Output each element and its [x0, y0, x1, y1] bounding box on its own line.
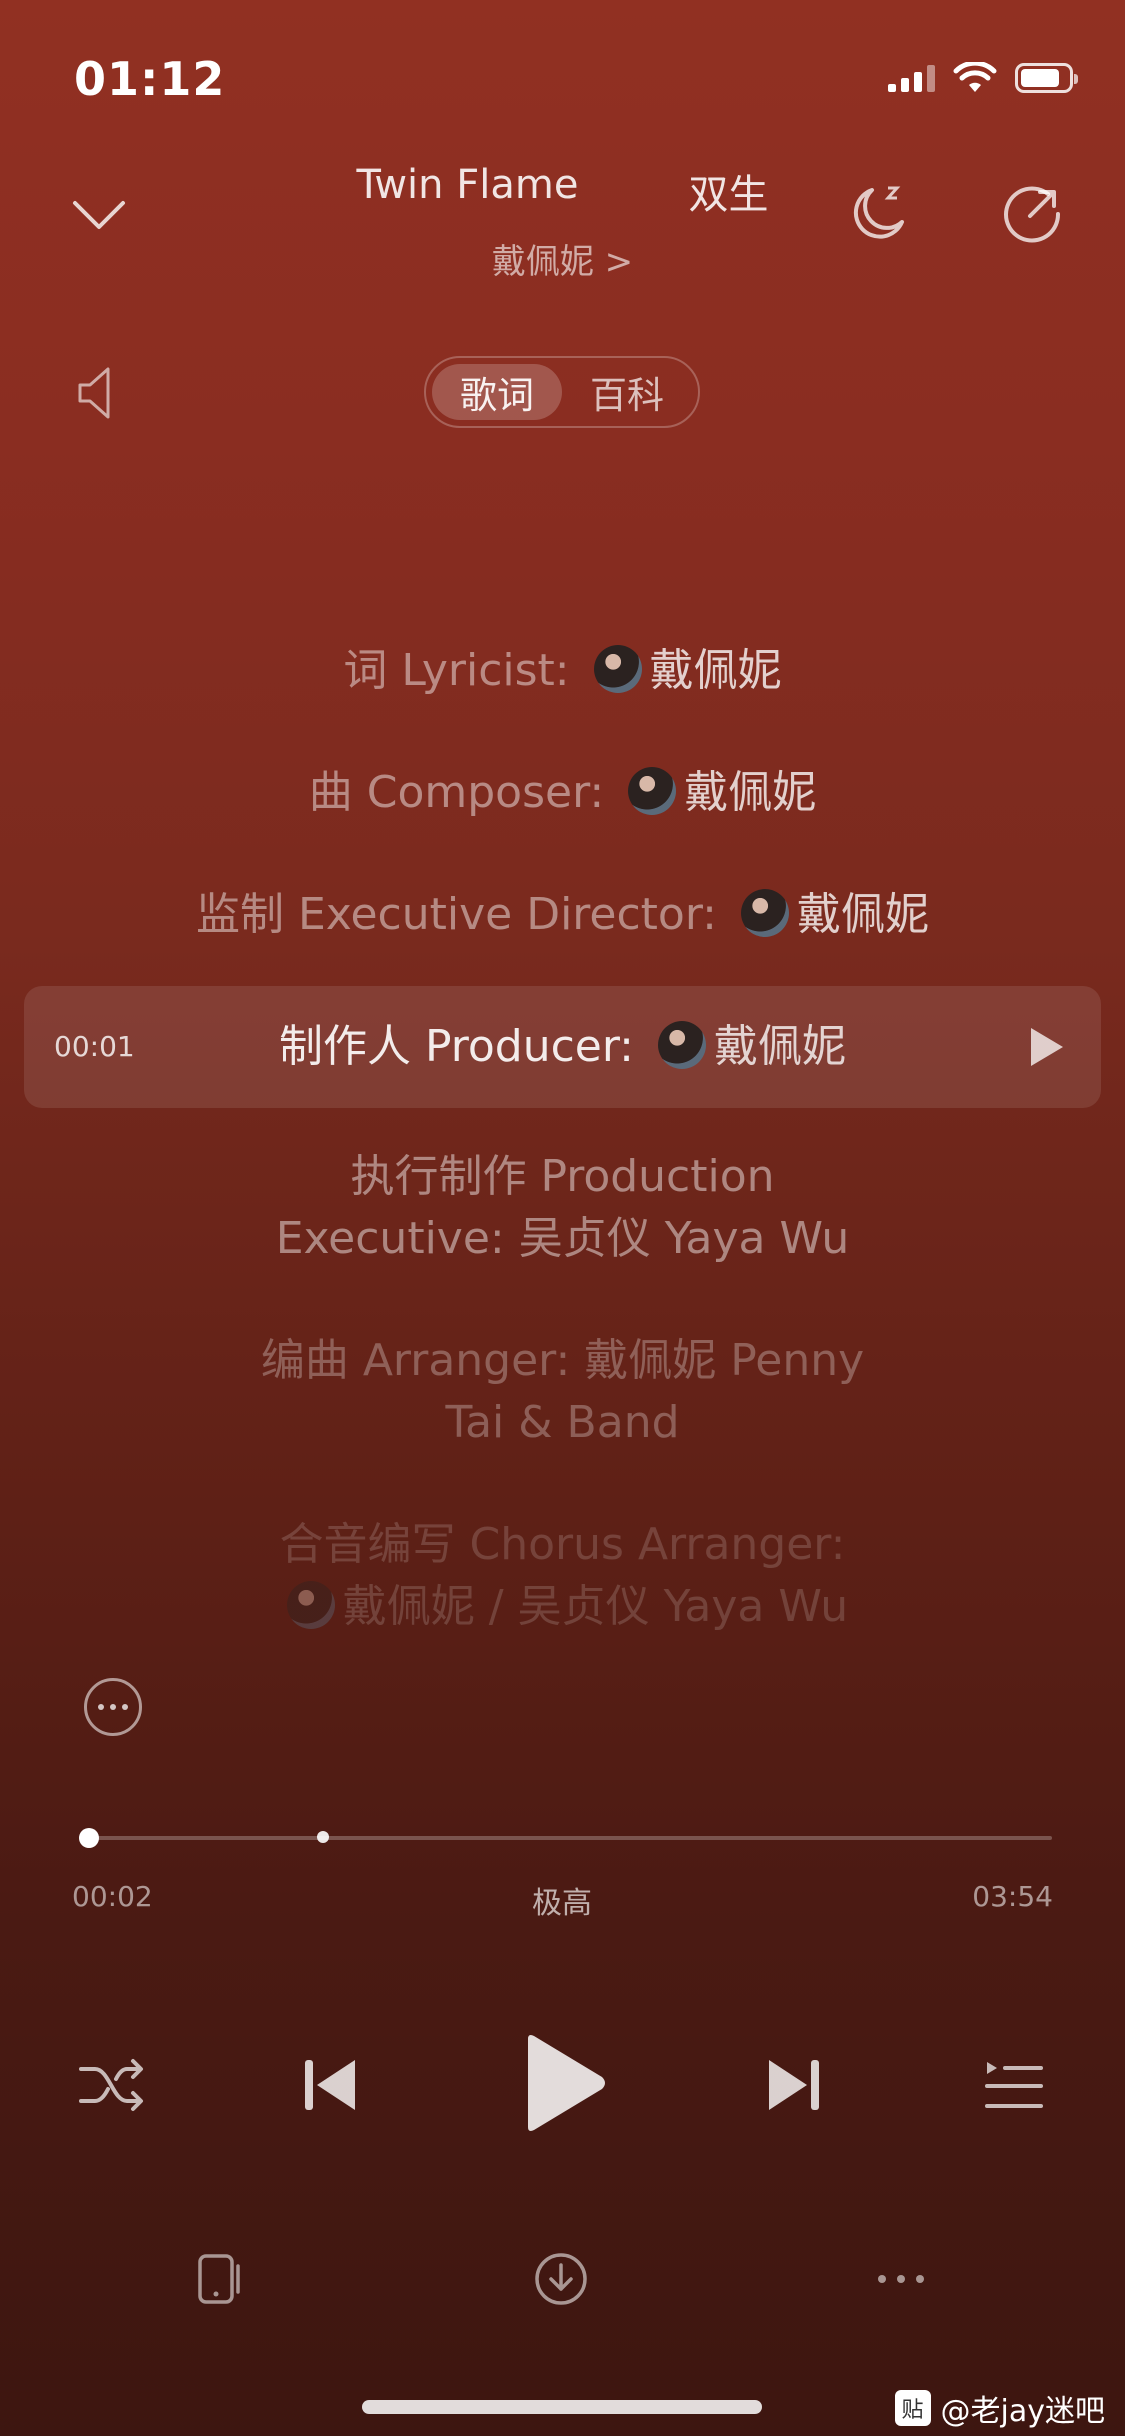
lyric-role: 合音编写 Chorus Arranger: [279, 1519, 846, 1570]
quality-button[interactable]: 极高 [512, 1878, 612, 1922]
collapse-chevron-icon[interactable] [64, 180, 134, 250]
lyric-credit-name[interactable]: 戴佩妮 [684, 767, 816, 818]
tieba-logo-icon: 贴 [894, 2390, 931, 2426]
watermark: 贴 @老jay迷吧 [894, 2386, 1105, 2430]
lyrics-panel[interactable]: 词 Lyricist: 戴佩妮 曲 Composer: 戴佩妮 监制 Execu… [0, 640, 1125, 1698]
duration-time: 03:54 [972, 1880, 1053, 1913]
more-options-icon[interactable] [84, 1678, 142, 1736]
battery-icon [1015, 63, 1078, 93]
song-info[interactable]: Twin Flame 双生 戴佩妮 > [330, 162, 795, 283]
lyric-line[interactable]: 执行制作 Production Executive: 吴贞仪 Yaya Wu [0, 1146, 1125, 1270]
lyric-line[interactable]: 监制 Executive Director: 戴佩妮 [0, 884, 1125, 946]
playlist-icon[interactable] [974, 2045, 1054, 2125]
cellular-signal-icon [888, 64, 935, 92]
progress-bar[interactable] [78, 1828, 1052, 1848]
next-track-icon[interactable] [754, 2045, 834, 2125]
song-title-en: Twin Flame [356, 162, 579, 208]
lyric-credit-name[interactable]: 戴佩妮 / 吴贞仪 Yaya Wu [343, 1581, 848, 1632]
lyrics-wiki-switch: 歌词 百科 [424, 356, 700, 428]
lyric-credit-name[interactable]: 戴佩妮 [714, 1021, 846, 1072]
status-time: 01:12 [74, 52, 226, 106]
volume-icon[interactable] [66, 360, 122, 426]
progress-knob[interactable] [78, 1828, 99, 1848]
buffer-marker [317, 1831, 329, 1843]
lyric-line[interactable]: 编曲 Arranger: 戴佩妮 Penny Tai & Band [0, 1330, 1125, 1454]
device-cast-icon[interactable] [186, 2244, 256, 2314]
tab-lyrics[interactable]: 歌词 [432, 364, 562, 420]
lyric-line[interactable]: 词 Lyricist: 戴佩妮 [0, 640, 1125, 702]
play-button[interactable] [508, 2022, 618, 2144]
tab-wiki[interactable]: 百科 [562, 364, 692, 420]
play-from-line-icon[interactable] [1031, 1028, 1063, 1066]
current-lyric-line[interactable]: 00:01 制作人 Producer: 戴佩妮 [24, 986, 1101, 1108]
artist-avatar[interactable] [286, 1581, 335, 1629]
status-icons [888, 62, 1078, 94]
lyric-role: 制作人 Producer: [278, 1021, 634, 1072]
artist-avatar[interactable] [741, 889, 789, 937]
song-title: Twin Flame 双生 [330, 162, 795, 220]
elapsed-time: 00:02 [72, 1880, 153, 1913]
lyric-role: 词 Lyricist: [343, 645, 570, 696]
more-horizontal-icon[interactable] [866, 2244, 936, 2314]
wifi-icon [953, 62, 997, 92]
previous-track-icon[interactable] [290, 2045, 370, 2125]
home-indicator [362, 2400, 762, 2414]
current-lyric-time: 00:01 [54, 1030, 135, 1063]
shuffle-icon[interactable] [72, 2045, 152, 2125]
song-title-cn: 双生 [688, 172, 769, 218]
download-icon[interactable] [526, 2244, 596, 2314]
share-icon[interactable] [996, 176, 1070, 250]
sleep-timer-icon[interactable] [840, 176, 914, 250]
artist-avatar[interactable] [628, 767, 677, 815]
watermark-text: @老jay迷吧 [940, 2394, 1105, 2429]
lyric-credit-name[interactable]: 戴佩妮 [797, 889, 929, 940]
artist-avatar[interactable] [593, 645, 642, 693]
lyric-line[interactable]: 曲 Composer: 戴佩妮 [0, 762, 1125, 824]
lyric-role: 曲 Composer: [308, 767, 605, 818]
artist-link[interactable]: 戴佩妮 > [330, 234, 795, 283]
artist-avatar[interactable] [658, 1021, 706, 1069]
lyric-role: 监制 Executive Director: [196, 889, 717, 940]
lyric-line[interactable]: 合音编写 Chorus Arranger: 戴佩妮 / 吴贞仪 Yaya Wu [0, 1514, 1125, 1638]
lyric-credit-name[interactable]: 戴佩妮 [650, 645, 782, 696]
